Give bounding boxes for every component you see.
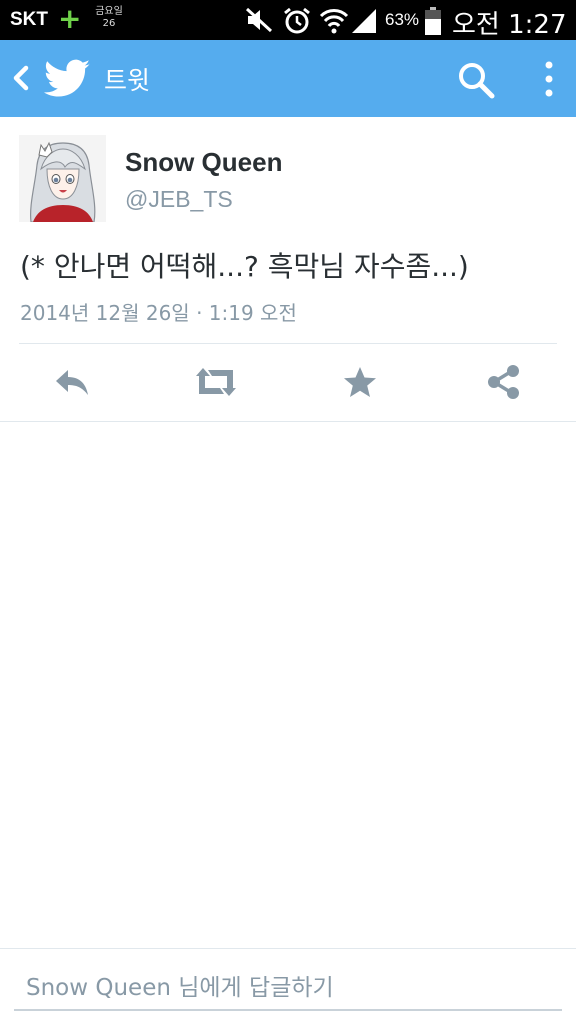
share-button[interactable] xyxy=(484,364,524,400)
user-handle[interactable]: @JEB_TS xyxy=(125,186,233,213)
battery-icon xyxy=(425,7,441,35)
divider xyxy=(19,343,557,344)
favorite-button[interactable] xyxy=(340,364,380,400)
back-icon[interactable] xyxy=(6,62,34,94)
status-bar: SKT + 금요일 26 63% 오전 1:27 xyxy=(0,0,576,40)
page-title: 트윗 xyxy=(104,66,151,95)
action-bar: 트윗 xyxy=(0,40,576,117)
tweet-text: (* 안나면 어떡해...? 흑막님 자수좀...) xyxy=(20,250,469,283)
more-icon[interactable] xyxy=(534,59,564,99)
avatar[interactable] xyxy=(19,135,106,222)
reply-bar xyxy=(0,948,576,1024)
wifi-icon xyxy=(319,9,349,34)
retweet-button[interactable] xyxy=(194,364,238,400)
favorite-icon xyxy=(344,367,376,397)
clock: 오전 1:27 xyxy=(452,10,567,40)
share-icon xyxy=(488,365,519,399)
divider xyxy=(0,421,576,422)
twitter-bird-icon xyxy=(44,59,90,97)
plus-icon: + xyxy=(58,2,82,35)
reply-icon xyxy=(56,370,88,395)
retweet-icon xyxy=(196,368,236,396)
tweet-timestamp: 2014년 12월 26일 · 1:19 오전 xyxy=(20,301,297,325)
status-date: 금요일 26 xyxy=(95,6,123,29)
reply-button[interactable] xyxy=(52,364,92,400)
carrier-label: SKT xyxy=(10,9,48,30)
reply-input[interactable] xyxy=(14,967,562,1011)
search-icon[interactable] xyxy=(456,60,496,100)
alarm-icon xyxy=(284,7,310,34)
user-name[interactable]: Snow Queen xyxy=(125,147,282,178)
mute-icon xyxy=(245,7,273,33)
battery-percent: 63% xyxy=(385,10,420,29)
signal-icon xyxy=(352,9,376,33)
